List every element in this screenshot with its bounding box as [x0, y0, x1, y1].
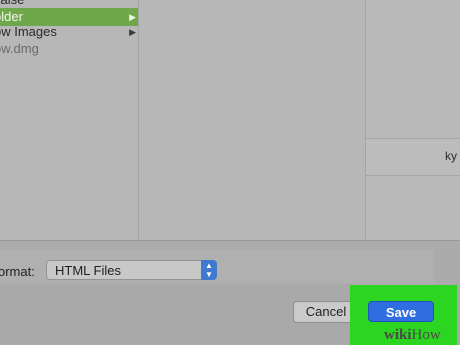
format-select-value: HTML Files — [55, 263, 121, 278]
browser-column-2[interactable] — [139, 0, 366, 240]
list-item-label: ow.dmg — [0, 41, 39, 56]
format-bar: ormat: HTML Files ▲ ▼ — [0, 240, 460, 285]
list-item-label: ow Images — [0, 24, 57, 39]
file-browser: kaise older ▶ ow Images ▶ ow.dmg ky — [0, 0, 460, 240]
save-button[interactable]: Save — [368, 301, 434, 322]
list-item[interactable]: ow Images ▶ — [0, 23, 138, 41]
browser-column-3[interactable] — [366, 0, 460, 240]
wikihow-watermark: wikiHow — [384, 327, 441, 344]
format-label: ormat: — [0, 264, 35, 279]
dialog-footer: Cancel Save wikiHow — [0, 285, 460, 345]
watermark-wiki: wiki — [384, 327, 412, 343]
list-item[interactable]: ow.dmg — [0, 40, 138, 58]
chevron-right-icon: ▶ — [129, 27, 136, 37]
list-item[interactable]: ky — [366, 138, 460, 176]
list-item-label: ky — [445, 149, 457, 163]
watermark-how: How — [411, 327, 441, 343]
up-down-arrows-icon[interactable]: ▲ ▼ — [201, 260, 217, 280]
browser-column-1[interactable]: kaise older ▶ ow Images ▶ ow.dmg — [0, 0, 139, 240]
format-select[interactable]: HTML Files ▲ ▼ — [46, 260, 217, 280]
